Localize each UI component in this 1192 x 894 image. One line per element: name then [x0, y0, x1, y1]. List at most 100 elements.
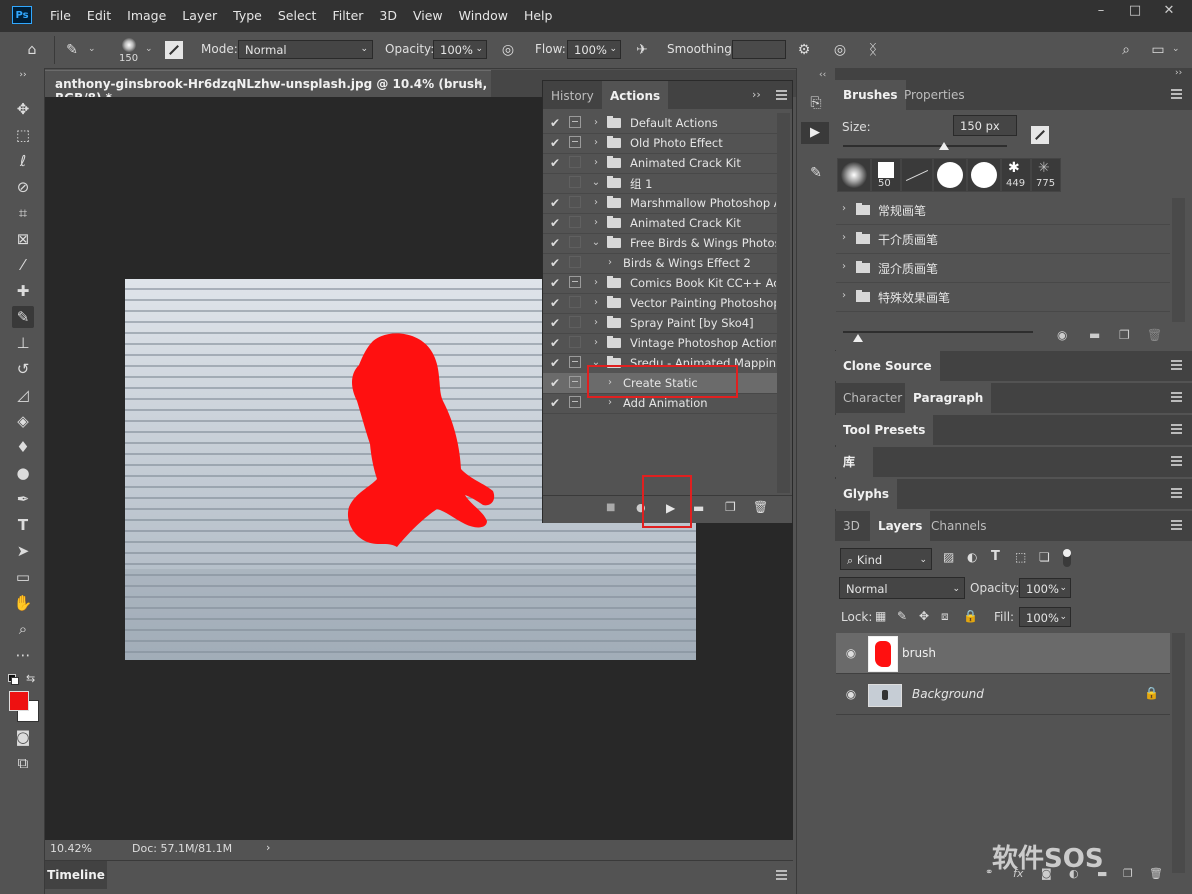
tab-actions[interactable]: Actions [602, 81, 669, 109]
tab-properties[interactable]: Properties [896, 80, 973, 110]
panel-menu-icon[interactable] [1171, 488, 1182, 498]
expand-icon[interactable]: ›› [752, 88, 761, 101]
filter-shape-icon[interactable]: ⬚ [1015, 550, 1026, 564]
filter-smart-object-icon[interactable]: ❏ [1039, 550, 1050, 564]
brush-tool-icon[interactable]: ✎ [12, 306, 34, 328]
tab-clone-source[interactable]: Clone Source [835, 351, 940, 381]
menu-type[interactable]: Type [225, 0, 270, 32]
chevron-right-icon[interactable]: › [591, 275, 601, 291]
brush-size-slider-handle[interactable] [939, 142, 949, 150]
chevron-right-icon[interactable]: › [591, 195, 601, 211]
menu-edit[interactable]: Edit [79, 0, 119, 32]
brush-size-slider[interactable] [843, 145, 1007, 147]
rectangle-tool-icon[interactable]: ▭ [12, 566, 34, 588]
tab-layers[interactable]: Layers [870, 511, 931, 541]
airbrush-icon[interactable]: ✈ [632, 40, 652, 60]
panel-menu-icon[interactable] [1171, 424, 1182, 434]
search-icon[interactable]: ⌕ [1116, 40, 1136, 60]
checkmark-icon[interactable]: ✔ [548, 114, 562, 132]
menu-filter[interactable]: Filter [324, 0, 371, 32]
brush-folder-wet[interactable]: › 湿介质画笔 [836, 254, 1170, 283]
dialog-toggle-icon[interactable] [569, 396, 581, 408]
tab-history[interactable]: History [543, 81, 602, 109]
brush-settings-icon[interactable] [165, 41, 183, 59]
panel-menu-icon[interactable] [1171, 456, 1182, 466]
action-row[interactable]: ✔ › Vector Painting Photoshop... [543, 293, 777, 314]
screen-mode-icon[interactable]: ⧉ [12, 752, 34, 774]
dodge-tool-icon[interactable]: ● [12, 462, 34, 484]
dialog-toggle-icon[interactable] [569, 276, 581, 288]
lock-position-icon[interactable]: ✥ [919, 609, 929, 623]
tab-timeline[interactable]: Timeline [45, 861, 107, 889]
brush-preset-hard-round-pen[interactable] [968, 159, 1000, 191]
blur-tool-icon[interactable]: ♦ [12, 436, 34, 458]
brushes-scrollbar[interactable] [1172, 198, 1185, 322]
type-tool-icon[interactable]: T [12, 514, 34, 536]
filter-pixel-icon[interactable]: ▨ [943, 550, 954, 564]
action-row[interactable]: ✔ › Marshmallow Photoshop A... [543, 193, 777, 214]
trash-icon[interactable]: 🗑 [753, 500, 768, 514]
dialog-toggle-icon[interactable] [569, 216, 581, 228]
chevron-right-icon[interactable]: › [591, 155, 601, 171]
checkmark-icon[interactable]: ✔ [548, 214, 562, 232]
layer-row-background[interactable]: ◉ Background 🔒 [836, 674, 1170, 715]
tab-paragraph[interactable]: Paragraph [905, 383, 992, 413]
action-row[interactable]: ✔ › Animated Crack Kit [543, 213, 777, 234]
action-row[interactable]: ⌄ 组 1 [543, 173, 777, 194]
chevron-down-icon[interactable]: ⌄ [145, 44, 153, 54]
tab-character[interactable]: Character [835, 383, 910, 413]
chevron-right-icon[interactable]: › [591, 335, 601, 351]
minimize-button[interactable]: – [1084, 0, 1118, 24]
dialog-toggle-icon[interactable] [569, 176, 581, 188]
lock-all-icon[interactable]: 🔒 [963, 609, 978, 623]
healing-brush-tool-icon[interactable]: ✚ [12, 280, 34, 302]
menu-window[interactable]: Window [451, 0, 516, 32]
action-row[interactable]: ✔ › Vintage Photoshop Actions [543, 333, 777, 354]
brush-preset-soft[interactable] [838, 159, 870, 191]
menu-3d[interactable]: 3D [371, 0, 405, 32]
dialog-toggle-icon[interactable] [569, 116, 581, 128]
lock-pixels-icon[interactable]: ✎ [897, 609, 907, 623]
panel-menu-icon[interactable] [1171, 360, 1182, 370]
chevron-down-icon[interactable]: ⌄ [591, 235, 601, 251]
chevron-right-icon[interactable]: › [591, 315, 601, 331]
menu-select[interactable]: Select [270, 0, 325, 32]
quick-selection-tool-icon[interactable]: ⊘ [12, 176, 34, 198]
panel-menu-icon[interactable] [1171, 392, 1182, 402]
chevron-down-icon[interactable]: ⌄ [1172, 44, 1180, 54]
pressure-size-icon[interactable]: ◎ [830, 40, 850, 60]
actions-scrollbar[interactable] [777, 113, 790, 493]
menu-image[interactable]: Image [119, 0, 174, 32]
actions-panel-icon[interactable]: ▶ [801, 122, 829, 144]
move-tool-icon[interactable]: ✥ [12, 98, 34, 120]
new-brush-icon[interactable]: ❐ [1119, 328, 1130, 342]
brush-preset-splatter[interactable]: ✱ 449 [1002, 159, 1030, 191]
action-row[interactable]: ✔ › Spray Paint [by Sko4] [543, 313, 777, 334]
checkmark-icon[interactable]: ✔ [548, 234, 562, 252]
zoom-level[interactable]: 10.42% [50, 842, 92, 855]
checkmark-icon[interactable]: ✔ [548, 374, 562, 392]
panel-menu-icon[interactable] [1171, 520, 1182, 530]
checkmark-icon[interactable]: ✔ [548, 394, 562, 412]
path-selection-tool-icon[interactable]: ➤ [12, 540, 34, 562]
tab-3d[interactable]: 3D [835, 511, 868, 541]
collapse-toolbar-icon[interactable]: ›› [12, 69, 34, 81]
panel-menu-icon[interactable] [776, 90, 787, 100]
chevron-right-icon[interactable]: › [591, 215, 601, 231]
pen-tool-icon[interactable]: ✒ [12, 488, 34, 510]
lasso-tool-icon[interactable]: ℓ [12, 150, 34, 172]
brush-preset-picker[interactable] [118, 36, 140, 54]
checkmark-icon[interactable] [548, 174, 562, 192]
eye-icon[interactable]: ◉ [844, 646, 858, 660]
new-layer-icon[interactable]: ❐ [1123, 867, 1133, 880]
menu-layer[interactable]: Layer [174, 0, 225, 32]
tab-library[interactable]: 库 [835, 447, 873, 477]
filter-type-icon[interactable]: T [991, 549, 1000, 564]
chevron-right-icon[interactable]: › [591, 295, 601, 311]
dialog-toggle-icon[interactable] [569, 336, 581, 348]
default-colors-icon[interactable] [8, 674, 19, 685]
menu-help[interactable]: Help [516, 0, 561, 32]
dialog-toggle-icon[interactable] [569, 256, 581, 268]
layer-filter-select[interactable]: ⌕ Kind ⌄ [840, 548, 932, 570]
brush-folder-dry[interactable]: › 干介质画笔 [836, 225, 1170, 254]
